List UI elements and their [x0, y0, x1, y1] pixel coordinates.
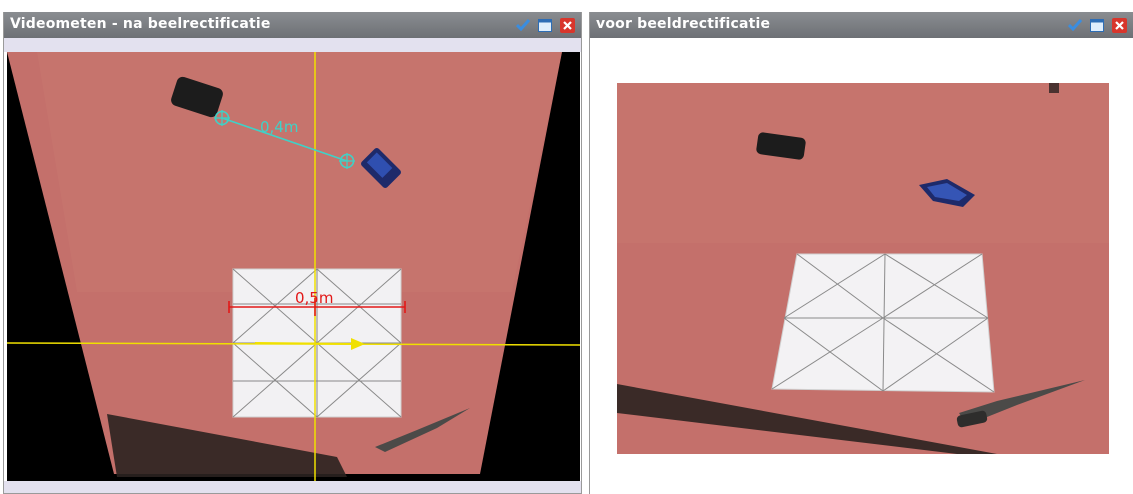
title-bar[interactable]: Videometen - na beelrectificatie — [4, 12, 581, 38]
original-video-view[interactable] — [617, 83, 1109, 454]
close-icon[interactable] — [559, 17, 575, 33]
ref-label: 0,5m — [295, 289, 333, 307]
window-controls — [515, 17, 575, 33]
window-controls — [1067, 17, 1127, 33]
maximize-icon[interactable] — [1089, 17, 1105, 33]
maximize-icon[interactable] — [537, 17, 553, 33]
checkmark-icon[interactable] — [515, 17, 531, 33]
rectified-video-view[interactable]: 0,5m 0,4m — [7, 52, 580, 482]
close-icon[interactable] — [1111, 17, 1127, 33]
original-window: voor beeldrectificatie — [589, 12, 1133, 494]
calibration-board — [771, 253, 995, 393]
checkmark-icon[interactable] — [1067, 17, 1083, 33]
status-band — [4, 481, 581, 493]
window-title: Videometen - na beelrectificatie — [10, 16, 271, 32]
window-title: voor beeldrectificatie — [596, 16, 771, 32]
rectified-window: Videometen - na beelrectificatie 0,5m 0,… — [3, 12, 582, 494]
distance-label: 0,4m — [260, 118, 298, 136]
toolbar-band — [4, 38, 581, 52]
title-bar[interactable]: voor beeldrectificatie — [590, 12, 1133, 38]
